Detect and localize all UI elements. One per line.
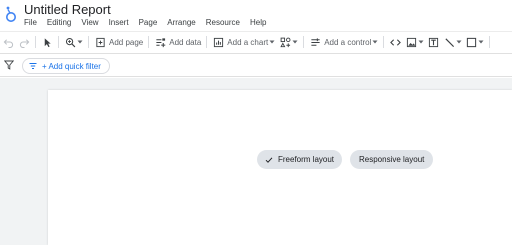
zoom-icon — [64, 36, 76, 48]
chart-icon — [212, 36, 224, 48]
add-chart-label: Add a chart — [227, 37, 269, 47]
responsive-layout-button[interactable]: Responsive layout — [350, 150, 434, 169]
toolbar-divider — [35, 36, 36, 48]
freeform-layout-button[interactable]: Freeform layout — [257, 150, 343, 169]
zoom-button[interactable] — [64, 33, 83, 52]
chevron-down-icon — [372, 39, 378, 45]
add-quick-filter-button[interactable]: + Add quick filter — [22, 58, 110, 74]
chevron-down-icon — [418, 39, 424, 45]
rectangle-icon — [465, 36, 477, 48]
app-header: Untitled Report File Editing View Insert… — [0, 0, 512, 31]
chevron-down-icon — [269, 39, 275, 45]
menu-view[interactable]: View — [81, 17, 98, 29]
text-button[interactable] — [427, 33, 439, 52]
add-page-button[interactable]: Add page — [94, 33, 143, 52]
line-button[interactable] — [443, 33, 462, 52]
chevron-down-icon — [456, 39, 462, 45]
add-control-label: Add a control — [324, 37, 372, 47]
add-page-icon — [94, 36, 106, 48]
responsive-layout-label: Responsive layout — [359, 155, 425, 164]
cursor-arrow-icon — [41, 36, 53, 48]
toolbar-divider — [206, 36, 208, 48]
embed-url-button[interactable] — [389, 33, 401, 52]
toolbar-divider — [58, 36, 59, 48]
add-control-button[interactable]: Add a control — [309, 33, 378, 52]
menu-page[interactable]: Page — [139, 17, 158, 29]
menu-file[interactable]: File — [24, 17, 37, 29]
filter-bar: + Add quick filter — [0, 53, 512, 77]
code-icon — [389, 36, 401, 48]
report-title[interactable]: Untitled Report — [24, 2, 111, 17]
looker-studio-logo-icon — [6, 6, 16, 22]
toolbar-divider — [88, 36, 89, 48]
filter-icon[interactable] — [4, 60, 14, 70]
add-chart-button[interactable]: Add a chart — [212, 33, 275, 52]
toolbar-divider — [148, 36, 150, 48]
text-box-icon — [427, 36, 439, 48]
menu-insert[interactable]: Insert — [109, 17, 129, 29]
community-visualizations-button[interactable] — [279, 33, 298, 52]
add-data-label: Add data — [169, 37, 202, 47]
toolbar-divider — [303, 36, 305, 48]
line-icon — [443, 36, 455, 48]
add-data-icon — [154, 36, 166, 48]
undo-button[interactable] — [2, 33, 14, 52]
redo-icon — [18, 36, 30, 48]
add-quick-filter-label: + Add quick filter — [42, 61, 101, 71]
freeform-layout-label: Freeform layout — [278, 155, 335, 164]
chevron-down-icon — [478, 39, 484, 45]
add-page-label: Add page — [109, 37, 144, 47]
toolbar: Add page Add data Add a chart Add a cont… — [0, 31, 512, 52]
menu-bar: File Editing View Insert Page Arrange Re… — [24, 17, 276, 29]
redo-button[interactable] — [18, 33, 30, 52]
toolbar-divider — [383, 36, 385, 48]
control-icon — [309, 36, 321, 48]
chevron-down-icon — [77, 39, 83, 45]
image-icon — [405, 36, 417, 48]
add-data-button[interactable]: Add data — [154, 33, 201, 52]
menu-help[interactable]: Help — [250, 17, 266, 29]
image-button[interactable] — [405, 33, 424, 52]
chevron-down-icon — [292, 39, 298, 45]
menu-resource[interactable]: Resource — [206, 17, 240, 29]
check-icon — [265, 156, 273, 163]
filter-list-icon — [29, 63, 37, 69]
undo-icon — [2, 36, 14, 48]
menu-editing[interactable]: Editing — [47, 17, 71, 29]
shape-button[interactable] — [465, 33, 484, 52]
community-viz-icon — [279, 36, 291, 48]
menu-arrange[interactable]: Arrange — [167, 17, 195, 29]
select-button[interactable] — [41, 33, 53, 52]
report-canvas-area: Freeform layout Responsive layout — [0, 78, 512, 245]
report-page[interactable]: Freeform layout Responsive layout — [48, 90, 512, 245]
toolbar-divider — [489, 36, 491, 48]
